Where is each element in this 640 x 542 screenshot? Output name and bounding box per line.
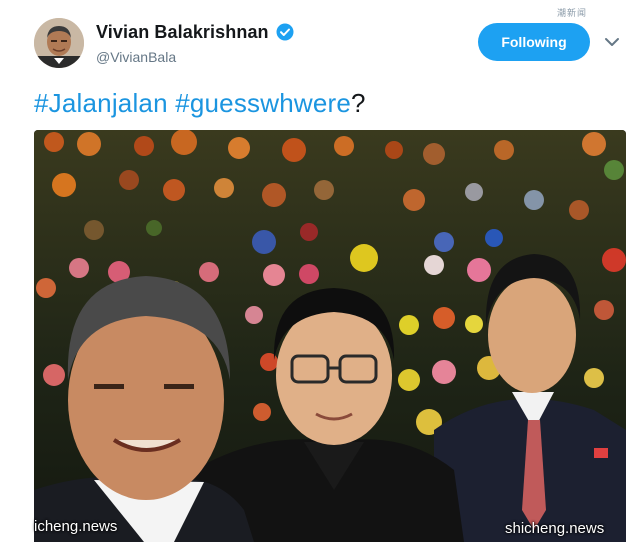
tweet-suffix: ?: [351, 88, 366, 118]
profile-avatar[interactable]: [34, 18, 84, 68]
selfie-photo: [34, 130, 626, 542]
avatar-image: [34, 18, 84, 68]
author-name[interactable]: Vivian Balakrishnan: [96, 22, 269, 43]
chevron-down-icon[interactable]: [604, 35, 620, 49]
hashtag-jalanjalan[interactable]: #Jalanjalan: [34, 88, 168, 118]
watermark-top: 潮新闻: [557, 8, 588, 18]
tweet-card: Vivian Balakrishnan @VivianBala 潮新闻 Foll…: [0, 0, 640, 542]
watermark-bottom-right: shicheng.news: [505, 520, 605, 537]
following-button[interactable]: Following: [478, 23, 590, 61]
tweet-photo[interactable]: [34, 130, 626, 542]
verified-badge-icon: [276, 23, 294, 41]
watermark-bottom-left: icheng.news: [34, 518, 118, 535]
hashtag-guesswhwere[interactable]: #guesswhwere: [175, 88, 351, 118]
author-handle[interactable]: @VivianBala: [96, 49, 176, 65]
tweet-text: #Jalanjalan #guesswhwere?: [34, 88, 366, 119]
